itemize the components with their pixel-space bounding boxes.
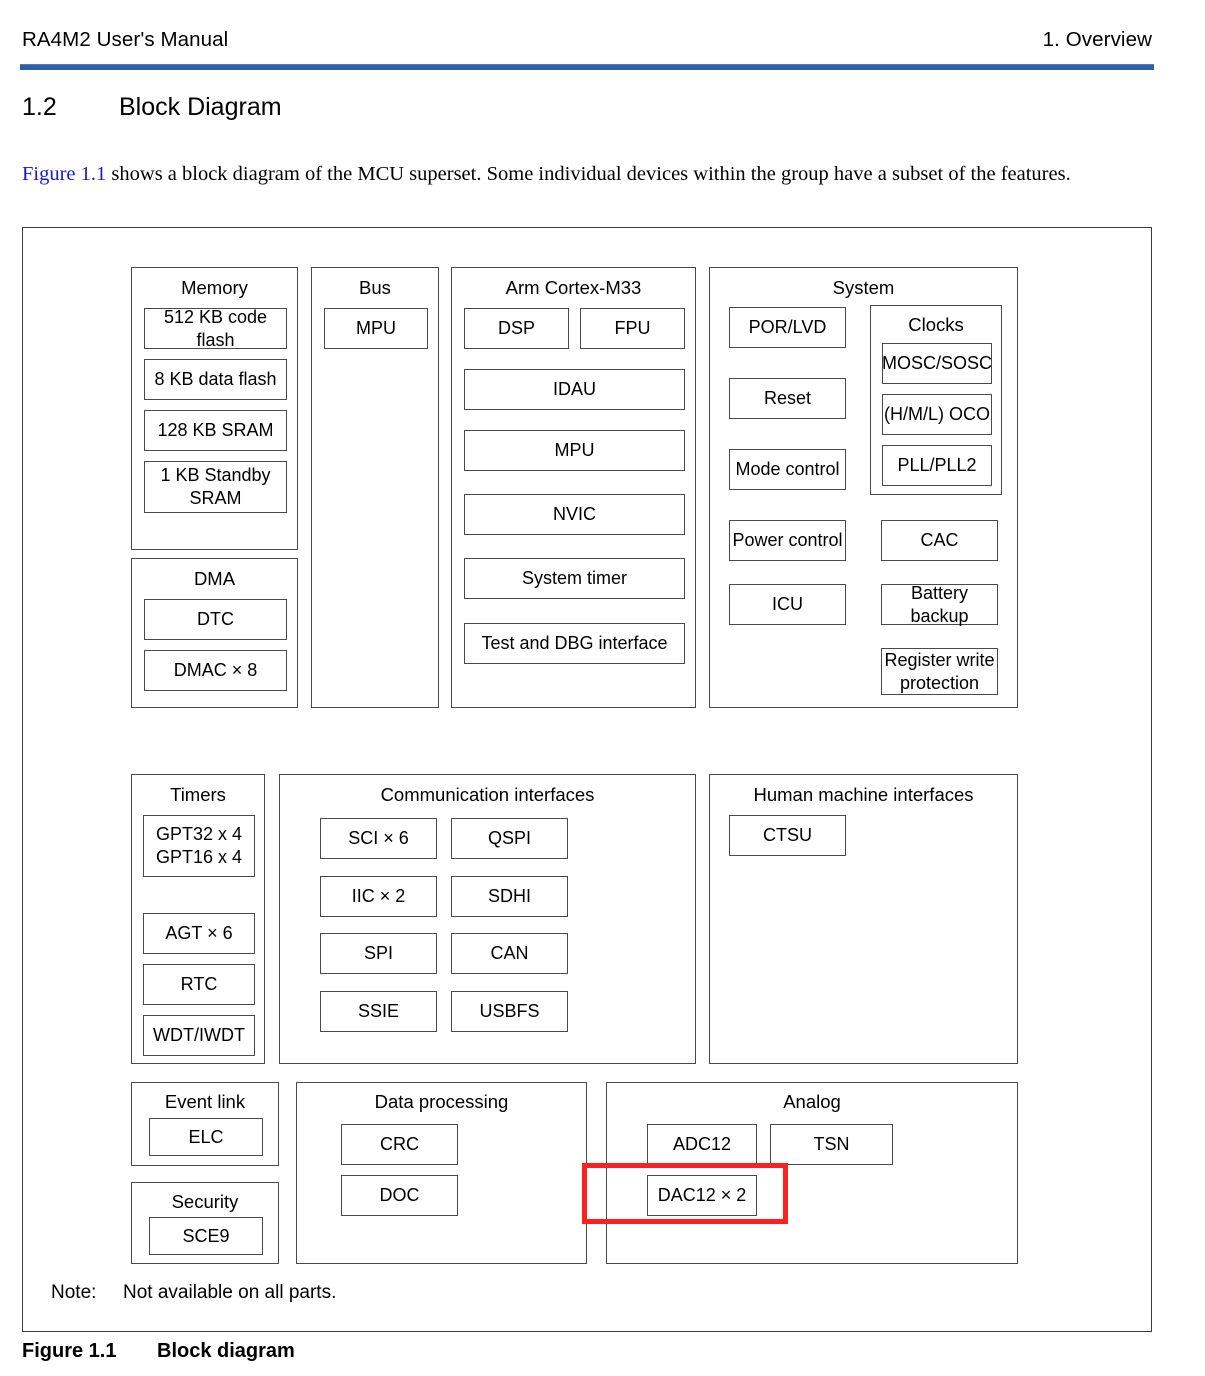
block-dmac[interactable]: DMAC × 8 bbox=[144, 650, 287, 691]
block-dac12[interactable]: DAC12 × 2 bbox=[647, 1175, 757, 1216]
block-rtc[interactable]: RTC bbox=[143, 964, 255, 1005]
group-human-machine-interfaces-title: Human machine interfaces bbox=[753, 784, 974, 805]
group-bus-title: Bus bbox=[359, 277, 391, 298]
block-tsn[interactable]: TSN bbox=[770, 1124, 893, 1165]
block-fpu[interactable]: FPU bbox=[580, 308, 685, 349]
block-sce9[interactable]: SCE9 bbox=[149, 1217, 263, 1255]
group-timers: Timers GPT32 x 4 GPT16 x 4 AGT × 6 RTC W… bbox=[131, 774, 265, 1064]
block-sdhi[interactable]: SDHI bbox=[451, 876, 568, 917]
block-reset[interactable]: Reset bbox=[729, 378, 846, 419]
group-communication-interfaces: Communication interfaces SCI × 6 IIC × 2… bbox=[279, 774, 696, 1064]
intro-text: shows a block diagram of the MCU superse… bbox=[106, 162, 1071, 185]
block-8kb-data-flash[interactable]: 8 KB data flash bbox=[144, 359, 287, 400]
block-agt[interactable]: AGT × 6 bbox=[143, 913, 255, 954]
block-por-lvd[interactable]: POR/LVD bbox=[729, 307, 846, 348]
header-rule bbox=[20, 64, 1154, 70]
group-system: System POR/LVD Reset Mode control Power … bbox=[709, 267, 1018, 708]
group-memory: Memory 512 KB code flash 8 KB data flash… bbox=[131, 267, 298, 550]
block-ssie[interactable]: SSIE bbox=[320, 991, 437, 1032]
block-mode-control[interactable]: Mode control bbox=[729, 449, 846, 490]
group-security-title: Security bbox=[171, 1191, 239, 1212]
block-pll-pll2[interactable]: PLL/PLL2 bbox=[882, 445, 992, 486]
figure-note-text: Not available on all parts. bbox=[123, 1282, 337, 1303]
group-communication-interfaces-title: Communication interfaces bbox=[380, 784, 595, 805]
block-hml-oco[interactable]: (H/M/L) OCO bbox=[882, 394, 992, 435]
block-cortex-mpu[interactable]: MPU bbox=[464, 430, 685, 471]
block-crc[interactable]: CRC bbox=[341, 1124, 458, 1165]
section-title: Block Diagram bbox=[119, 93, 282, 121]
group-security: Security SCE9 bbox=[131, 1182, 279, 1264]
block-system-timer[interactable]: System timer bbox=[464, 558, 685, 599]
block-ctsu[interactable]: CTSU bbox=[729, 815, 846, 856]
figure-caption-title: Block diagram bbox=[157, 1340, 295, 1362]
block-power-control[interactable]: Power control bbox=[729, 520, 846, 561]
group-arm-cortex-m33: Arm Cortex-M33 DSP FPU IDAU MPU NVIC Sys… bbox=[451, 267, 696, 708]
group-event-link: Event link ELC bbox=[131, 1082, 279, 1166]
group-data-processing: Data processing CRC DOC bbox=[296, 1082, 587, 1264]
block-can[interactable]: CAN bbox=[451, 933, 568, 974]
block-battery-backup[interactable]: Battery backup bbox=[881, 583, 998, 626]
section-number: 1.2 bbox=[22, 93, 57, 121]
header-manual-title: RA4M2 User's Manual bbox=[22, 28, 229, 51]
block-bus-mpu[interactable]: MPU bbox=[324, 308, 428, 349]
intro-paragraph: Figure 1.1 shows a block diagram of the … bbox=[22, 159, 1112, 189]
figure-caption-number: Figure 1.1 bbox=[22, 1340, 117, 1362]
block-usbfs[interactable]: USBFS bbox=[451, 991, 568, 1032]
group-clocks-title: Clocks bbox=[908, 314, 964, 335]
group-clocks: Clocks MOSC/SOSC (H/M/L) OCO PLL/PLL2 bbox=[870, 305, 1002, 495]
group-analog: Analog ADC12 TSN DAC12 × 2 bbox=[606, 1082, 1018, 1264]
group-analog-title: Analog bbox=[783, 1091, 841, 1112]
block-cac[interactable]: CAC bbox=[881, 520, 998, 561]
header-chapter-title: 1. Overview bbox=[1042, 28, 1152, 51]
page-header: RA4M2 User's Manual 1. Overview bbox=[22, 28, 1152, 58]
figure-note-label: Note: bbox=[51, 1282, 97, 1303]
group-arm-cortex-m33-title: Arm Cortex-M33 bbox=[505, 277, 642, 298]
block-elc[interactable]: ELC bbox=[149, 1118, 263, 1156]
block-1kb-standby-sram[interactable]: 1 KB Standby SRAM bbox=[144, 461, 287, 513]
block-diagram-frame: Memory 512 KB code flash 8 KB data flash… bbox=[22, 227, 1152, 1332]
block-iic[interactable]: IIC × 2 bbox=[320, 876, 437, 917]
page-title: 1.2 Block Diagram bbox=[22, 92, 282, 122]
block-qspi[interactable]: QSPI bbox=[451, 818, 568, 859]
group-memory-title: Memory bbox=[181, 277, 248, 298]
block-idau[interactable]: IDAU bbox=[464, 369, 685, 410]
group-data-processing-title: Data processing bbox=[374, 1091, 509, 1112]
group-timers-title: Timers bbox=[170, 784, 226, 805]
block-gpt[interactable]: GPT32 x 4 GPT16 x 4 bbox=[143, 815, 255, 877]
group-human-machine-interfaces: Human machine interfaces CTSU bbox=[709, 774, 1018, 1064]
block-128kb-sram[interactable]: 128 KB SRAM bbox=[144, 410, 287, 451]
block-mosc-sosc[interactable]: MOSC/SOSC bbox=[882, 343, 992, 384]
block-test-dbg-interface[interactable]: Test and DBG interface bbox=[464, 623, 685, 664]
block-sci[interactable]: SCI × 6 bbox=[320, 818, 437, 859]
block-icu[interactable]: ICU bbox=[729, 584, 846, 625]
group-dma: DMA DTC DMAC × 8 bbox=[131, 558, 298, 708]
block-adc12[interactable]: ADC12 bbox=[647, 1124, 757, 1165]
block-dtc[interactable]: DTC bbox=[144, 599, 287, 640]
block-dsp[interactable]: DSP bbox=[464, 308, 569, 349]
block-spi[interactable]: SPI bbox=[320, 933, 437, 974]
group-event-link-title: Event link bbox=[164, 1091, 246, 1112]
block-nvic[interactable]: NVIC bbox=[464, 494, 685, 535]
group-system-title: System bbox=[832, 277, 895, 298]
group-bus: Bus MPU bbox=[311, 267, 439, 708]
block-512kb-code-flash[interactable]: 512 KB code flash bbox=[144, 307, 287, 350]
figure-note: Note: Not available on all parts. bbox=[51, 1281, 336, 1305]
block-register-write-protection[interactable]: Register write protection bbox=[881, 648, 998, 695]
figure-caption: Figure 1.1 Block diagram bbox=[22, 1338, 295, 1364]
block-doc[interactable]: DOC bbox=[341, 1175, 458, 1216]
group-dma-title: DMA bbox=[193, 568, 236, 589]
figure-reference-link[interactable]: Figure 1.1 bbox=[22, 163, 106, 185]
block-wdt-iwdt[interactable]: WDT/IWDT bbox=[143, 1015, 255, 1056]
